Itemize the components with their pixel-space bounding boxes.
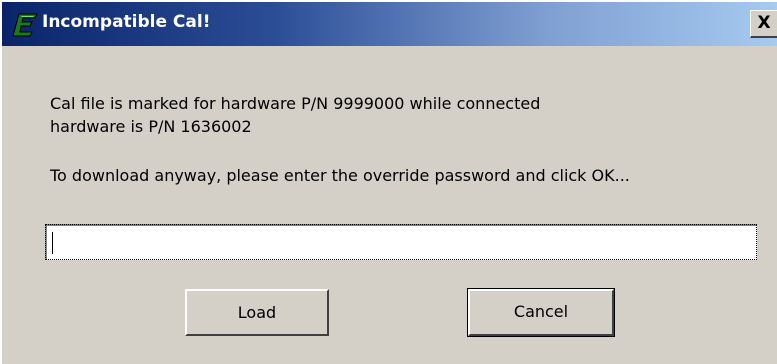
incompatible-cal-dialog: Incompatible Cal! X Cal file is marked f…	[0, 0, 777, 364]
close-button[interactable]: X	[750, 10, 777, 38]
app-logo-icon	[12, 13, 38, 37]
title-bar[interactable]: Incompatible Cal! X	[2, 2, 777, 46]
window-title: Incompatible Cal!	[42, 12, 211, 32]
override-instruction: To download anyway, please enter the ove…	[50, 166, 630, 185]
override-password-input[interactable]	[45, 224, 757, 260]
message-line-1: Cal file is marked for hardware P/N 9999…	[50, 94, 541, 113]
message-line-2: hardware is P/N 1636002	[50, 117, 252, 136]
cancel-button[interactable]: Cancel	[467, 288, 615, 337]
incompatibility-message: Cal file is marked for hardware P/N 9999…	[50, 92, 750, 138]
load-button[interactable]: Load	[185, 289, 329, 336]
text-caret	[52, 232, 53, 254]
